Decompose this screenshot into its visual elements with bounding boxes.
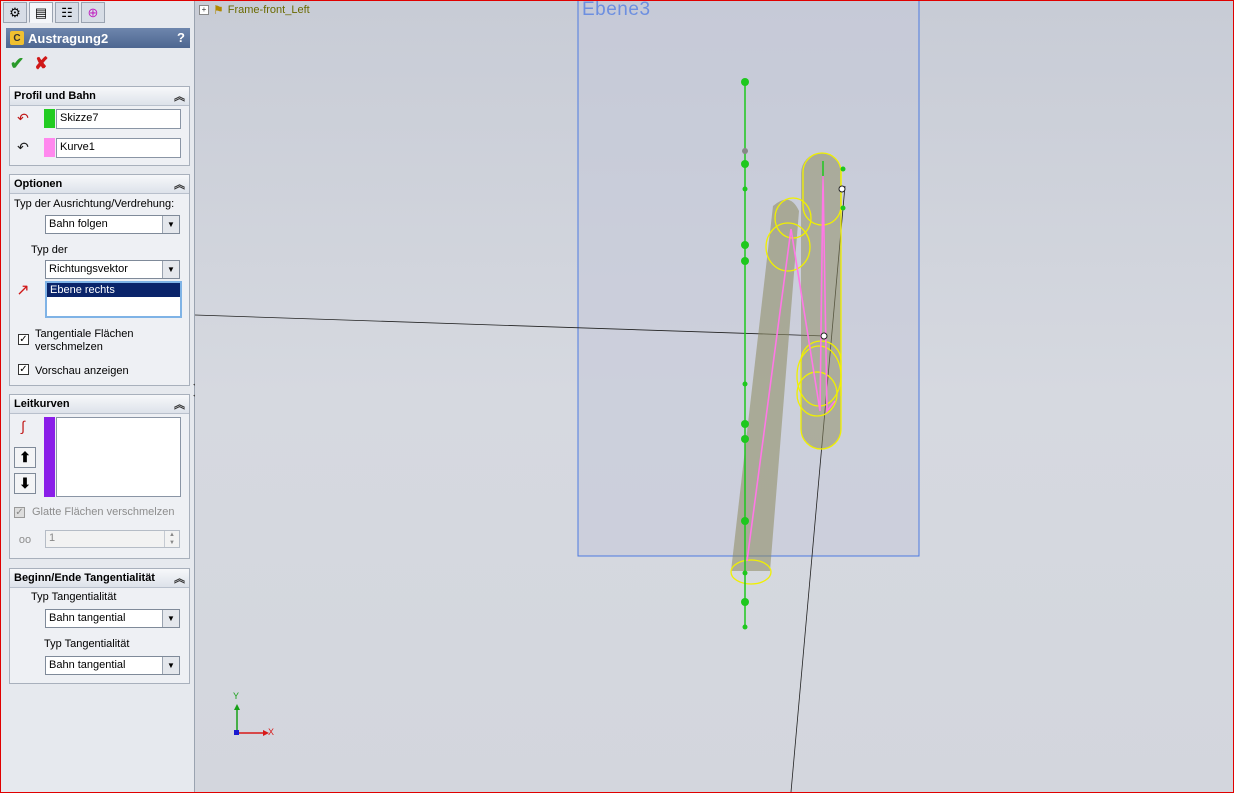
sections-spinner[interactable]: 1 ▲ ▼ <box>45 530 180 548</box>
guide-curves-group: Leitkurven ︽ ∫ ⬆ ⬇ ✓ Glatte Flächen vers… <box>9 394 190 559</box>
start-tangency-label: Typ Tangentialität <box>31 591 117 603</box>
profile-field[interactable]: Skizze7 <box>56 109 181 129</box>
guide-curves-list[interactable] <box>56 417 181 497</box>
profile-color-swatch <box>44 109 55 128</box>
merge-tangent-label-2: verschmelzen <box>35 341 103 353</box>
options-group: Optionen ︽ Typ der Ausrichtung/Verdrehun… <box>9 174 190 386</box>
property-manager-panel: ⚙ ▤ ☷ ⊕ C Austragung2 ? ✔ ✘ Profil und B… <box>1 1 200 792</box>
collapse-icon[interactable]: ︽ <box>174 176 185 192</box>
path-field[interactable]: Kurve1 <box>56 138 181 158</box>
tangency-group: Beginn/Ende Tangentialität ︽ Typ Tangent… <box>9 568 190 684</box>
collapse-icon[interactable]: ︽ <box>174 570 185 586</box>
show-preview-label: Vorschau anzeigen <box>35 365 129 377</box>
type-value: Richtungsvektor <box>49 263 128 275</box>
sketch-vertex <box>820 332 828 340</box>
glasses-icon: oo <box>18 534 32 546</box>
chevron-down-icon[interactable]: ▼ <box>162 610 179 627</box>
collapse-icon[interactable]: ︽ <box>174 88 185 104</box>
model-scene <box>195 1 920 792</box>
show-preview-checkbox[interactable]: ✓ <box>18 364 29 375</box>
merge-smooth-label: Glatte Flächen verschmelzen <box>32 506 175 518</box>
path-sketch-icon: ↶ <box>17 138 29 155</box>
end-tangency-value: Bahn tangential <box>49 659 126 671</box>
manager-tabs: ⚙ ▤ ☷ ⊕ <box>3 2 105 24</box>
merge-smooth-checkbox[interactable]: ✓ <box>14 507 25 518</box>
help-button[interactable]: ? <box>177 30 185 45</box>
group-title: Optionen <box>14 178 63 190</box>
ok-cancel-bar: ✔ ✘ <box>10 54 49 74</box>
group-title: Beginn/Ende Tangentialität <box>14 572 155 584</box>
feature-title: Austragung2 <box>28 30 109 46</box>
path-color-swatch <box>44 138 55 157</box>
merge-tangent-checkbox[interactable]: ✓ <box>18 334 29 345</box>
dimxpert-icon[interactable]: ⊕ <box>81 2 105 23</box>
group-header-guide-curves[interactable]: Leitkurven ︽ <box>10 395 189 414</box>
plane-label-ebene3[interactable]: Ebene3 <box>582 1 651 21</box>
sections-value: 1 <box>49 532 56 544</box>
triad-x-label: X <box>268 727 275 737</box>
guide-curve-icon: ∫ <box>21 418 25 434</box>
group-title: Profil und Bahn <box>14 90 96 102</box>
type-label: Typ der <box>31 244 68 256</box>
direction-selection-item[interactable]: Ebene rechts <box>47 283 180 297</box>
orientation-label: Typ der Ausrichtung/Verdrehung: <box>14 198 175 210</box>
cancel-button[interactable]: ✘ <box>34 54 48 74</box>
feature-title-bar: C Austragung2 ? <box>6 28 190 48</box>
group-header-options[interactable]: Optionen ︽ <box>10 175 189 194</box>
direction-selection-box[interactable]: Ebene rechts <box>45 281 182 318</box>
group-title: Leitkurven <box>14 398 70 410</box>
end-tangency-label: Typ Tangentialität <box>44 638 130 650</box>
group-header-tangency[interactable]: Beginn/Ende Tangentialität ︽ <box>10 569 189 588</box>
guide-curve-color-swatch <box>44 417 55 497</box>
move-down-button[interactable]: ⬇ <box>14 473 36 494</box>
end-tangency-select[interactable]: Bahn tangential ▼ <box>45 656 180 675</box>
reference-triad <box>234 704 269 736</box>
ok-button[interactable]: ✔ <box>10 54 24 74</box>
direction-vector-icon: ↗ <box>16 282 30 299</box>
start-tangency-value: Bahn tangential <box>49 612 126 624</box>
chevron-down-icon[interactable]: ▼ <box>162 657 179 674</box>
sweep-feature-icon: C <box>10 31 24 45</box>
chevron-down-icon[interactable]: ▼ <box>162 216 179 233</box>
start-tangency-select[interactable]: Bahn tangential ▼ <box>45 609 180 628</box>
type-select[interactable]: Richtungsvektor ▼ <box>45 260 180 279</box>
profile-sketch-icon: ↶ <box>17 109 29 126</box>
orientation-value: Bahn folgen <box>49 218 108 230</box>
move-up-button[interactable]: ⬆ <box>14 447 36 468</box>
merge-tangent-label-1: Tangentiale Flächen <box>35 328 134 340</box>
solidworks-window: ⚙ ▤ ☷ ⊕ C Austragung2 ? ✔ ✘ Profil und B… <box>0 0 1234 793</box>
chevron-down-icon[interactable]: ▼ <box>162 261 179 278</box>
collapse-icon[interactable]: ︽ <box>174 396 185 412</box>
profile-path-group: Profil und Bahn ︽ ↶ Skizze7 ↶ Kurve1 <box>9 86 190 166</box>
feature-manager-icon[interactable]: ⚙ <box>3 2 27 23</box>
spinner-arrows-icon[interactable]: ▲ ▼ <box>164 531 179 547</box>
group-header-profile-path[interactable]: Profil und Bahn ︽ <box>10 87 189 106</box>
orientation-select[interactable]: Bahn folgen ▼ <box>45 215 180 234</box>
configuration-manager-icon[interactable]: ☷ <box>55 2 79 23</box>
property-manager-icon[interactable]: ▤ <box>29 2 53 23</box>
graphics-viewport[interactable]: + ⚑ Frame-front_Left Ebene3 Y X <box>195 1 1233 792</box>
triad-y-label: Y <box>233 691 240 701</box>
sketch-vertex <box>838 185 846 193</box>
